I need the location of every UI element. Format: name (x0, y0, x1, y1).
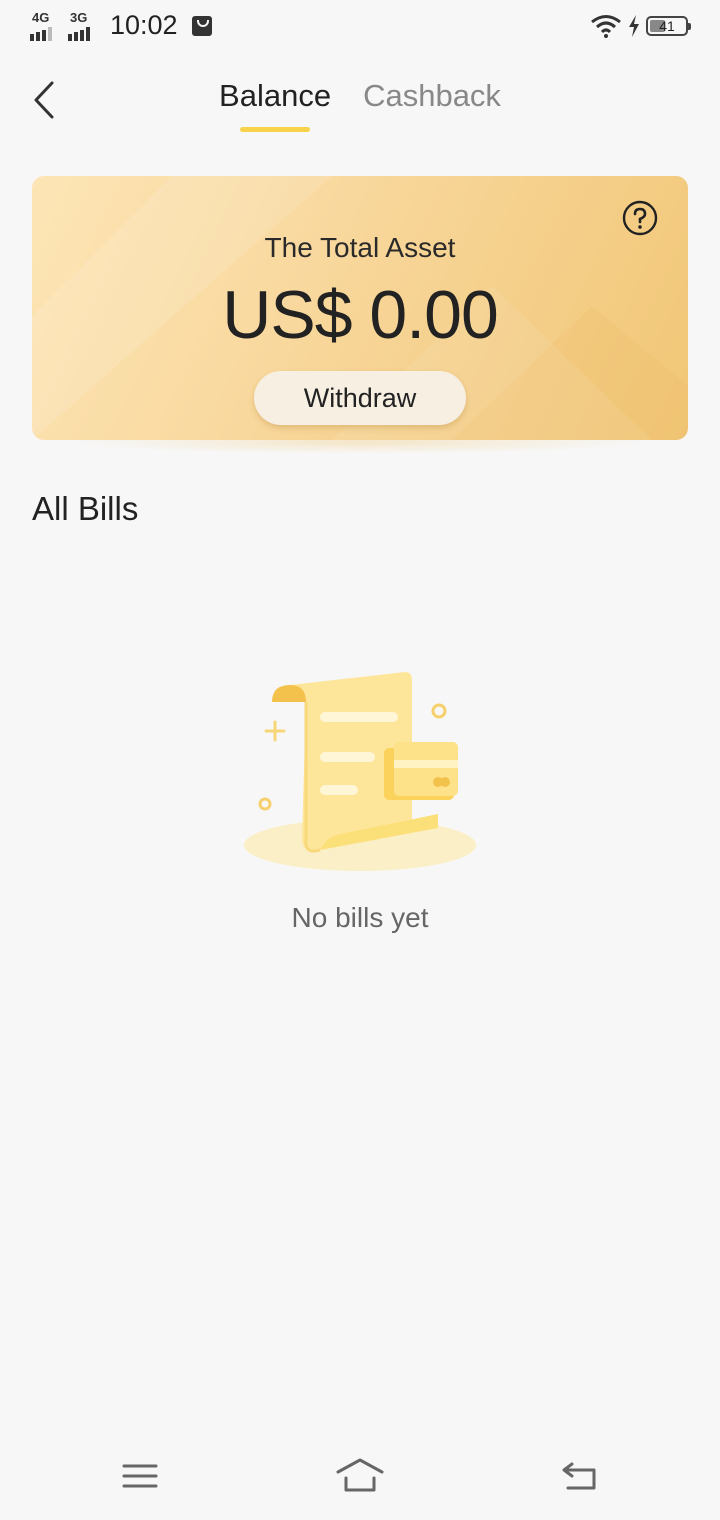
cellular-signal-icon: 4G (30, 11, 60, 41)
wifi-icon (591, 15, 621, 38)
charging-icon (629, 15, 639, 37)
cellular-signal-icon: 3G (68, 11, 98, 41)
status-bar: 4G 3G 10:02 41 (0, 0, 720, 56)
status-right: 41 (590, 14, 691, 38)
tab-cashback[interactable]: Cashback (363, 78, 501, 132)
total-asset-card: The Total Asset US$ 0.00 Withdraw (32, 176, 688, 440)
card-title: The Total Asset (264, 232, 456, 263)
question-circle-icon[interactable] (622, 200, 658, 236)
battery-icon: 41 (646, 16, 691, 36)
all-bills-title: All Bills (32, 490, 139, 527)
system-nav-bar (0, 1440, 720, 1520)
empty-bills-illustration (244, 672, 476, 871)
back-arrow-icon[interactable] (556, 1456, 604, 1496)
network-type-label: 3G (70, 9, 88, 25)
total-asset-amount: US$ 0.00 (222, 277, 499, 353)
status-time: 10:02 (110, 10, 178, 40)
network-type-label: 4G (32, 9, 50, 25)
empty-state-text: No bills yet (291, 902, 429, 933)
battery-level: 41 (659, 18, 675, 34)
tab-bar: Balance Cashback (0, 78, 720, 132)
withdraw-button[interactable]: Withdraw (254, 371, 466, 425)
status-left: 4G 3G 10:02 (30, 10, 212, 41)
tab-balance[interactable]: Balance (219, 78, 331, 132)
header: Balance Cashback (0, 60, 720, 150)
menu-icon[interactable] (116, 1456, 164, 1496)
shopping-bag-icon (191, 15, 212, 36)
home-icon[interactable] (336, 1456, 384, 1496)
